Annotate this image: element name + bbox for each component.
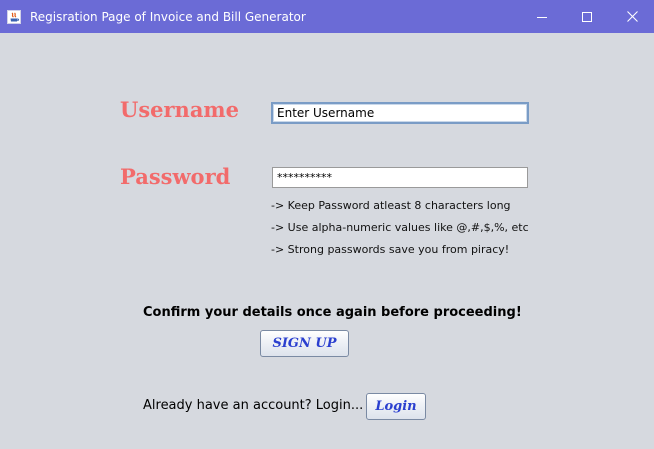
close-button[interactable]	[609, 0, 654, 33]
minimize-icon	[537, 12, 547, 22]
username-input[interactable]	[271, 102, 529, 124]
password-input[interactable]	[272, 167, 528, 188]
password-label: Password	[120, 164, 231, 189]
password-hint-characters: -> Use alpha-numeric values like @,#,$,%…	[271, 221, 529, 234]
password-hint-strength: -> Strong passwords save you from piracy…	[271, 243, 510, 256]
minimize-button[interactable]	[519, 0, 565, 33]
title-bar[interactable]: Regisration Page of Invoice and Bill Gen…	[0, 0, 654, 33]
password-hint-length: -> Keep Password atleast 8 characters lo…	[271, 199, 511, 212]
java-app-icon	[7, 9, 21, 24]
sign-up-button[interactable]: SIGN UP	[260, 330, 349, 357]
username-label: Username	[120, 97, 240, 122]
maximize-icon	[582, 11, 592, 22]
close-icon	[626, 11, 638, 22]
login-button[interactable]: Login	[366, 393, 426, 420]
maximize-button[interactable]	[564, 0, 610, 33]
confirm-details-text: Confirm your details once again before p…	[143, 305, 522, 320]
already-have-account-text: Already have an account? Login...	[143, 398, 364, 413]
window-title: Regisration Page of Invoice and Bill Gen…	[30, 10, 306, 24]
registration-window: Regisration Page of Invoice and Bill Gen…	[0, 0, 654, 449]
